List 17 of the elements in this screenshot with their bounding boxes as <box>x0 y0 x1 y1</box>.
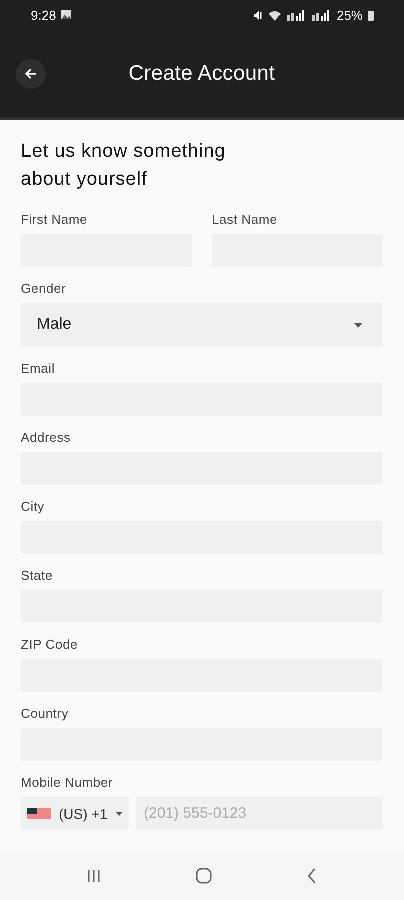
form-heading: Let us know something about yourself <box>21 140 227 192</box>
field-label: Country <box>21 706 70 722</box>
field-label: Last Name <box>212 212 279 228</box>
screen-title: Create Account <box>128 62 276 86</box>
battery-level: 25% <box>336 8 363 22</box>
field-label: Email <box>21 361 56 377</box>
country-code-selector[interactable]: (US) +1 <box>21 797 129 830</box>
field-label: Address <box>21 430 72 446</box>
field-label: State <box>21 568 54 584</box>
field-label: City <box>21 499 46 515</box>
field-label: ZIP Code <box>21 637 80 653</box>
field-label: First Name <box>21 212 89 228</box>
field-label: Mobile Number <box>21 775 114 791</box>
dropdown-field[interactable]: Male <box>21 303 383 347</box>
clock-time: 9:28 <box>31 8 56 22</box>
phone-number-field[interactable]: (201) 555-0123 <box>136 797 383 830</box>
field-label: Gender <box>21 281 68 297</box>
